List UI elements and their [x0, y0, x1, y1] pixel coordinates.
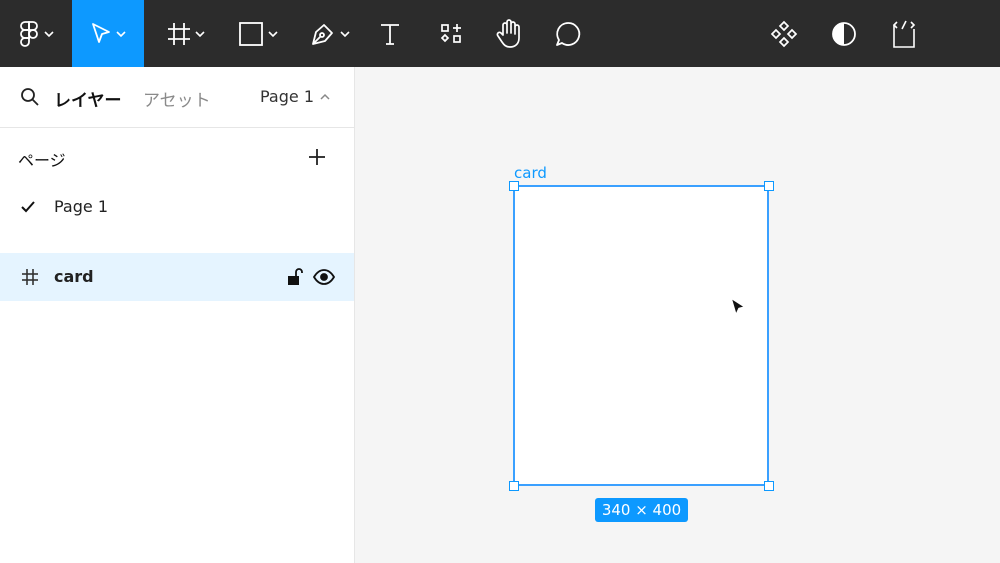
page-item-label: Page 1	[54, 197, 108, 216]
rectangle-icon	[239, 21, 263, 46]
figma-logo-icon	[20, 20, 38, 47]
chevron-up-icon	[320, 93, 330, 100]
sidebar-tabs: レイヤー アセット Page 1	[0, 67, 354, 128]
resources-tool-button[interactable]	[432, 0, 472, 67]
tab-assets[interactable]: アセット	[143, 86, 211, 111]
text-tool-button[interactable]	[370, 0, 410, 67]
comment-bubble-icon	[556, 21, 581, 46]
resize-handle-top-left[interactable]	[509, 181, 519, 191]
pen-icon	[312, 23, 333, 45]
checkmark-icon	[21, 201, 35, 213]
page-item[interactable]: Page 1	[0, 187, 354, 227]
chevron-down-icon	[44, 30, 54, 37]
hand-icon	[496, 18, 520, 48]
chevron-down-icon	[268, 30, 278, 37]
dimensions-badge: 340 × 400	[595, 498, 688, 522]
mouse-cursor-icon	[730, 297, 746, 316]
pen-tool-button[interactable]	[302, 0, 358, 67]
tab-layers[interactable]: レイヤー	[54, 86, 122, 111]
dev-mode-button[interactable]	[884, 0, 924, 67]
text-t-icon	[381, 23, 399, 45]
code-brackets-icon	[892, 20, 916, 48]
cursor-arrow-icon	[92, 22, 110, 43]
frame-name-label[interactable]: card	[514, 164, 547, 182]
layers-sidebar: レイヤー アセット Page 1 ページ Page 1 card	[0, 67, 355, 563]
frame-tool-button[interactable]	[158, 0, 214, 67]
top-toolbar	[0, 0, 1000, 67]
shape-tool-button[interactable]	[230, 0, 286, 67]
component-button[interactable]	[764, 0, 804, 67]
move-tool-button[interactable]	[72, 0, 144, 67]
hand-tool-button[interactable]	[489, 0, 529, 67]
contrast-half-circle-icon	[832, 21, 856, 46]
page-selector[interactable]: Page 1	[260, 87, 330, 106]
component-diamonds-icon	[770, 20, 798, 47]
pages-section-title: ページ	[18, 151, 66, 170]
resize-handle-bottom-left[interactable]	[509, 481, 519, 491]
frame-hash-icon	[22, 269, 38, 285]
chevron-down-icon	[195, 30, 205, 37]
components-icon	[440, 23, 461, 43]
eye-icon[interactable]	[313, 269, 335, 285]
chevron-down-icon	[116, 30, 126, 37]
layer-row-card[interactable]: card	[0, 253, 354, 301]
comment-tool-button[interactable]	[548, 0, 588, 67]
hash-frame-icon	[168, 22, 190, 45]
unlock-icon[interactable]	[287, 267, 303, 287]
add-page-plus-icon[interactable]	[308, 148, 326, 166]
resize-handle-bottom-right[interactable]	[764, 481, 774, 491]
search-icon[interactable]	[20, 87, 40, 107]
card-frame[interactable]	[513, 185, 769, 486]
main-menu-button[interactable]	[10, 0, 62, 67]
theme-toggle-button[interactable]	[824, 0, 864, 67]
layer-label: card	[54, 267, 94, 286]
page-selector-label: Page 1	[260, 87, 314, 106]
resize-handle-top-right[interactable]	[764, 181, 774, 191]
chevron-down-icon	[340, 30, 350, 37]
